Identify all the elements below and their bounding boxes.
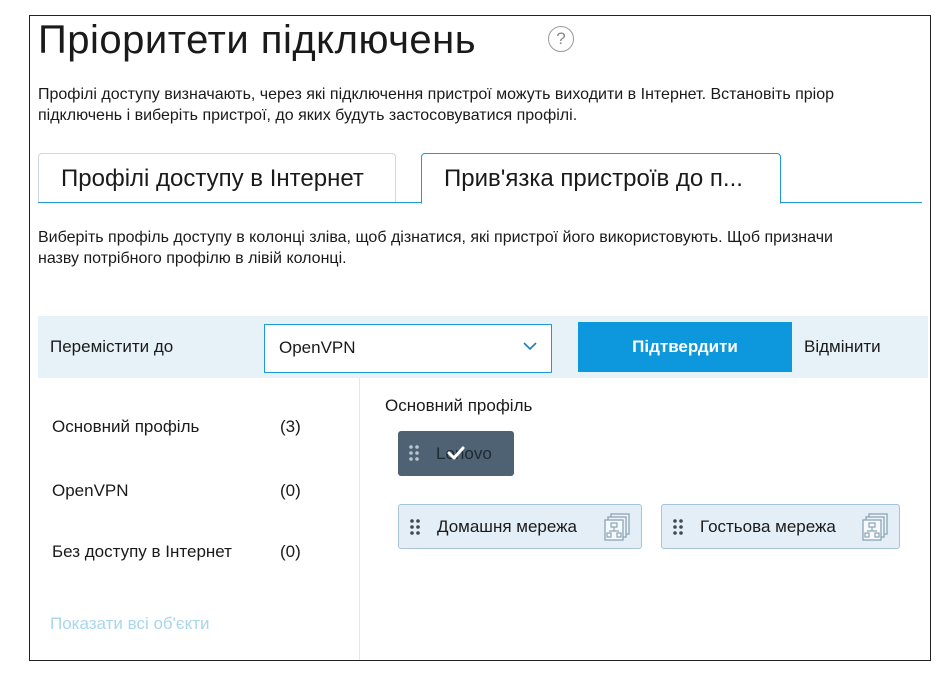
network-icon	[604, 513, 630, 541]
page-title: Пріоритети підключень	[38, 18, 477, 62]
network-icon	[862, 513, 888, 541]
group-title: Основний профіль	[385, 396, 533, 415]
profile-item-openvpn[interactable]: OpenVPN (0)	[52, 481, 312, 501]
grip-icon[interactable]	[409, 518, 421, 536]
connection-priorities-panel: Пріоритети підключень ? Профілі доступу …	[29, 15, 931, 661]
check-icon	[447, 446, 465, 460]
intro-line-2: підключень і виберіть пристрої, до яких …	[38, 107, 578, 124]
confirm-button[interactable]: Підтвердити	[578, 322, 792, 372]
tab-device-binding[interactable]: Прив'язка пристроїв до п...	[421, 153, 781, 204]
profile-count: (0)	[280, 542, 301, 561]
profile-item-main[interactable]: Основний профіль (3)	[52, 417, 312, 437]
tab-access-profiles[interactable]: Профілі доступу в Інтернет	[38, 153, 396, 202]
help-icon[interactable]: ?	[548, 26, 574, 52]
move-to-label: Перемістити до	[50, 337, 174, 356]
profile-select-value: OpenVPN	[279, 338, 356, 357]
intro-line-1: Профілі доступу визначають, через які пі…	[38, 86, 835, 103]
show-all-objects-link[interactable]: Показати всі об'єкти	[50, 614, 210, 634]
description-line-1: Виберіть профіль доступу в колонці зліва…	[38, 229, 833, 246]
device-chip-lenovo[interactable]: Lenovo	[398, 431, 514, 476]
profile-name: Без доступу в Інтернет	[52, 542, 232, 561]
description-line-2: назву потрібного профілю в лівій колонці…	[38, 250, 347, 267]
intro-text: Профілі доступу визначають, через які пі…	[38, 84, 918, 126]
move-to-bar: Перемістити до OpenVPN Підтвердити Відмі…	[38, 316, 928, 378]
device-label: Гостьова мережа	[700, 517, 836, 536]
profile-count: (0)	[280, 481, 301, 500]
profile-count: (3)	[280, 417, 301, 436]
chevron-down-icon	[523, 342, 537, 351]
cancel-button[interactable]: Відмінити	[804, 337, 881, 357]
profile-item-no-internet[interactable]: Без доступу в Інтернет (0)	[52, 542, 312, 562]
grip-icon[interactable]	[672, 518, 684, 536]
profile-name: Основний профіль	[52, 417, 200, 436]
grip-icon[interactable]	[408, 444, 420, 462]
column-divider	[359, 378, 360, 660]
profile-select[interactable]: OpenVPN	[264, 324, 552, 373]
device-chip-home-network[interactable]: Домашня мережа	[398, 504, 642, 549]
device-chip-guest-network[interactable]: Гостьова мережа	[661, 504, 900, 549]
device-label: Домашня мережа	[437, 517, 577, 536]
profile-name: OpenVPN	[52, 481, 129, 500]
description-text: Виберіть профіль доступу в колонці зліва…	[38, 227, 918, 269]
